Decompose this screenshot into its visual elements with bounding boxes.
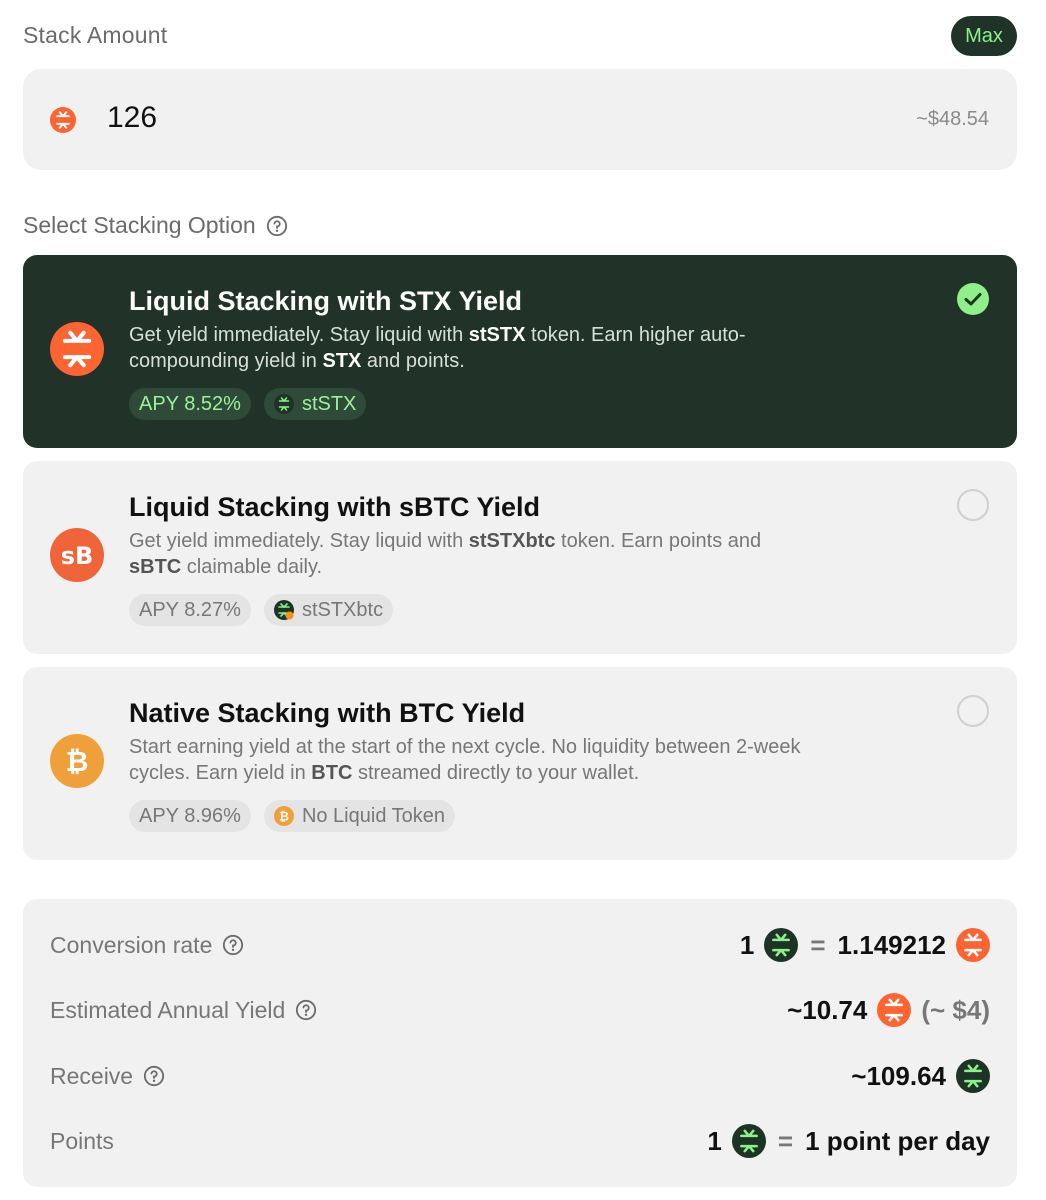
btc-icon: ₿ — [50, 734, 104, 788]
token-badge: ₿ No Liquid Token — [263, 800, 456, 832]
points-label: Points — [50, 1127, 114, 1154]
conversion-rate-label: Conversion rate — [50, 932, 244, 959]
svg-text:₿: ₿ — [66, 745, 89, 778]
stx-icon — [50, 322, 104, 376]
question-icon[interactable] — [266, 215, 288, 237]
apy-badge: APY 8.52% — [129, 388, 251, 420]
option-description: Get yield immediately. Stay liquid with … — [129, 324, 746, 372]
receive-value: ~109.64 — [851, 1059, 990, 1093]
apy-badge: APY 8.96% — [129, 800, 251, 832]
select-stacking-option-label: Select Stacking Option — [23, 212, 288, 239]
option-liquid-stx[interactable]: Liquid Stacking with STX Yield Get yield… — [23, 255, 1017, 448]
option-radio[interactable] — [957, 489, 989, 521]
conversion-rate-value: 1 = 1.149212 — [740, 928, 990, 962]
option-chips: APY 8.96% ₿ No Liquid Token — [129, 800, 456, 832]
stx-icon — [956, 928, 990, 962]
ststx-icon — [274, 394, 294, 414]
svg-text:₿: ₿ — [279, 810, 289, 824]
option-radio[interactable] — [957, 695, 989, 727]
conversion-rate-row: Conversion rate 1 = 1.149212 — [50, 925, 990, 965]
points-row: Points 1 = 1 point per day — [50, 1121, 990, 1161]
check-icon — [957, 283, 989, 315]
option-description: Get yield immediately. Stay liquid with … — [129, 530, 762, 578]
annual-yield-label: Estimated Annual Yield — [50, 997, 317, 1024]
option-chips: APY 8.52% stSTX — [129, 388, 367, 420]
token-badge-label: No Liquid Token — [301, 804, 446, 827]
stx-icon — [50, 107, 76, 133]
sbtc-icon: sB — [50, 528, 104, 582]
stacking-page: Stack Amount Max ~$48.54 Select Stacking… — [0, 0, 1046, 1200]
ststx-icon — [764, 928, 798, 962]
token-badge-label: stSTX — [301, 392, 357, 415]
select-label-text: Select Stacking Option — [23, 212, 256, 238]
option-description: Start earning yield at the start of the … — [129, 736, 801, 784]
ststxbtc-icon — [273, 600, 294, 620]
receive-row: Receive ~109.64 — [50, 1056, 990, 1096]
ststx-icon — [956, 1059, 990, 1093]
option-native-btc[interactable]: ₿ Native Stacking with BTC Yield Start e… — [23, 667, 1017, 860]
option-title: Liquid Stacking with sBTC Yield — [129, 492, 541, 522]
stx-icon — [877, 993, 911, 1027]
btc-icon: ₿ — [273, 806, 294, 826]
max-button[interactable]: Max — [951, 16, 1017, 56]
question-icon[interactable] — [143, 1065, 165, 1087]
token-badge-label: stSTXbtc — [301, 598, 384, 621]
annual-yield-value: ~10.74 (~ $4) — [787, 993, 990, 1027]
ststx-icon — [732, 1124, 766, 1158]
question-icon[interactable] — [295, 999, 317, 1021]
question-icon[interactable] — [222, 934, 244, 956]
receive-label: Receive — [50, 1063, 165, 1090]
amount-input[interactable] — [107, 101, 707, 135]
annual-yield-row: Estimated Annual Yield ~10.74 (~ $4) — [50, 990, 990, 1030]
token-badge: stSTXbtc — [263, 594, 394, 626]
summary-panel: Conversion rate 1 = 1.149212 Estimated A… — [23, 899, 1017, 1187]
option-liquid-sbtc[interactable]: sB Liquid Stacking with sBTC Yield Get y… — [23, 461, 1017, 654]
amount-usd-value: ~$48.54 — [916, 108, 989, 130]
stack-amount-label: Stack Amount — [23, 22, 168, 48]
amount-input-box[interactable]: ~$48.54 — [23, 69, 1017, 170]
option-title: Native Stacking with BTC Yield — [129, 698, 526, 728]
option-title: Liquid Stacking with STX Yield — [129, 286, 523, 316]
token-badge: stSTX — [263, 388, 367, 420]
svg-text:sB: sB — [61, 542, 94, 570]
option-chips: APY 8.27% stSTXbtc — [129, 594, 394, 626]
apy-badge: APY 8.27% — [129, 594, 251, 626]
points-value: 1 = 1 point per day — [707, 1124, 990, 1158]
